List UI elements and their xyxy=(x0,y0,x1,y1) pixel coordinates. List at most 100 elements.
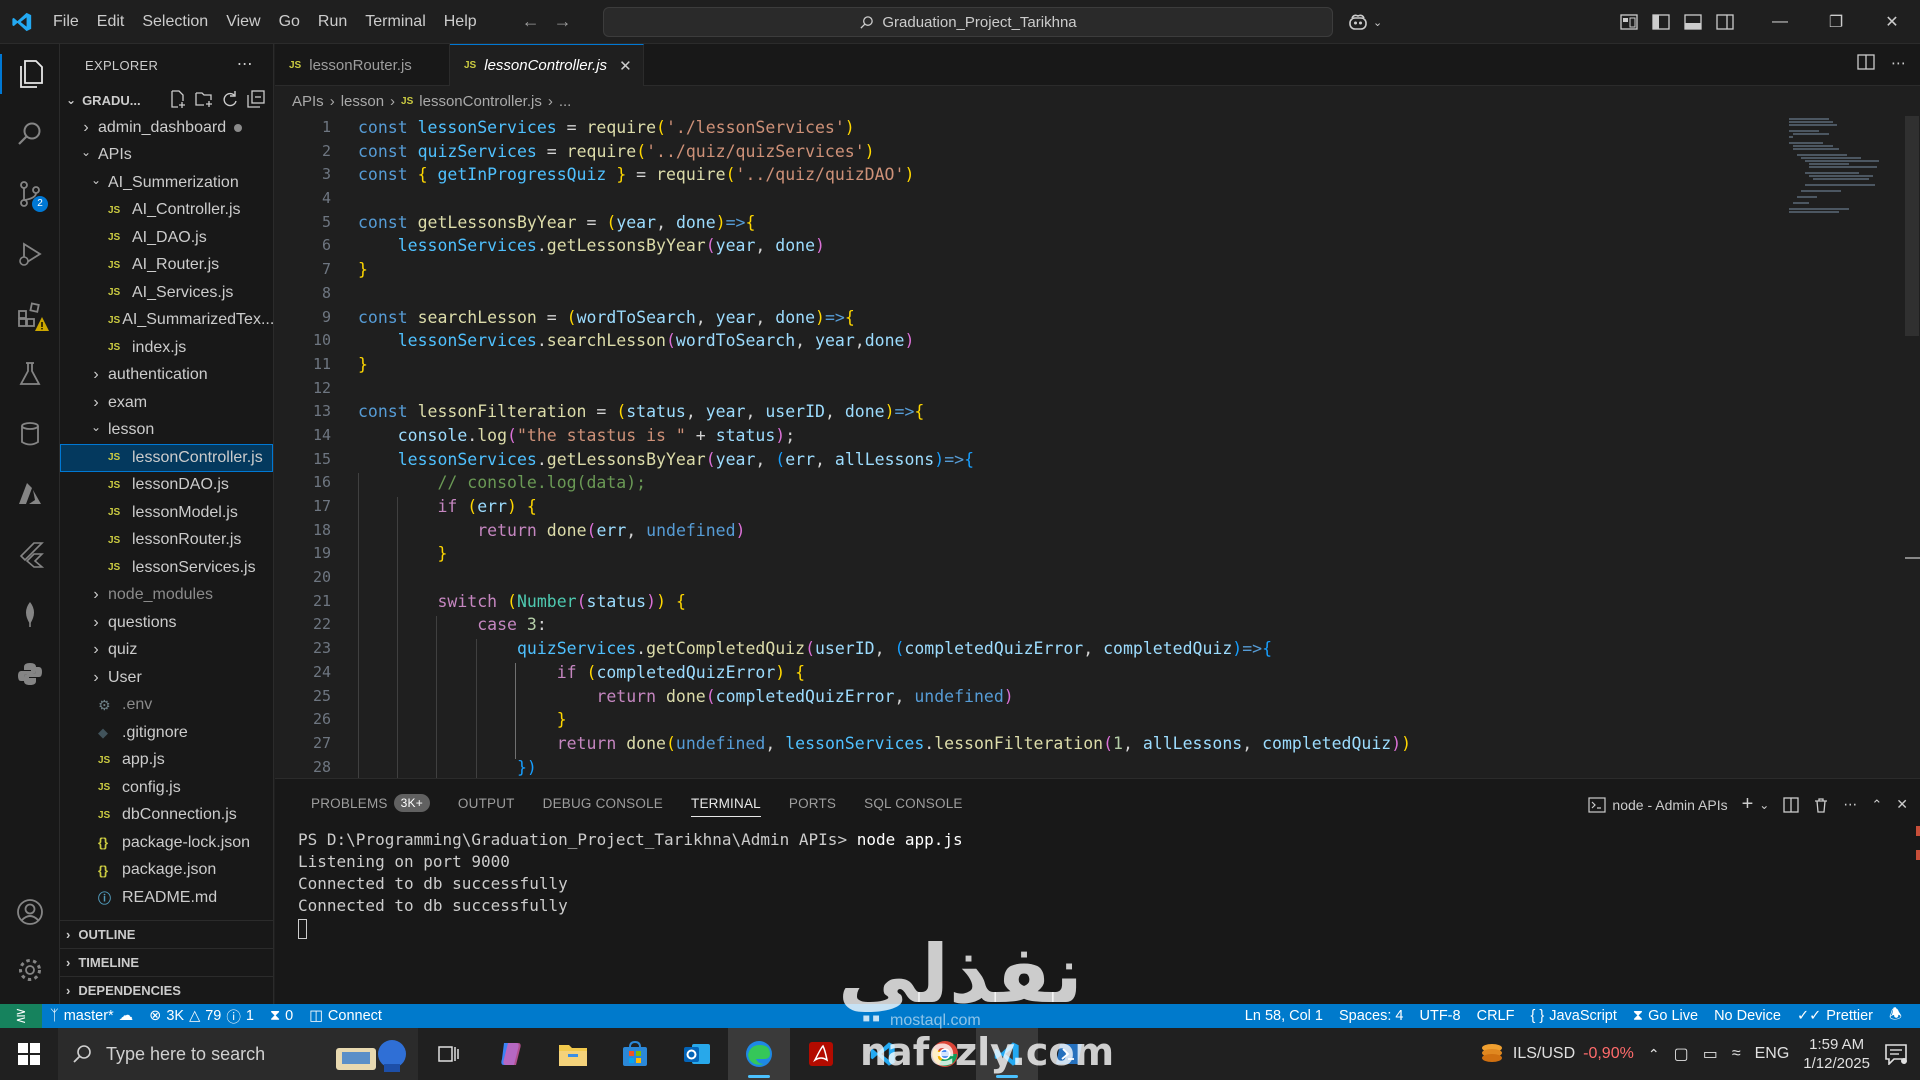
file-item[interactable]: JS lessonServices.js xyxy=(60,554,273,582)
chevron-down-icon[interactable]: ⌄ xyxy=(1759,798,1769,812)
maximize-panel-icon[interactable]: ⌃ xyxy=(1871,797,1882,813)
search-activity[interactable] xyxy=(0,104,60,164)
tab-problems[interactable]: PROBLEMS 3K+ xyxy=(297,779,444,827)
dependencies-section[interactable]: › DEPENDENCIES xyxy=(60,976,274,1004)
command-center-search[interactable]: Graduation_Project_Tarikhna xyxy=(603,7,1333,37)
battery-icon[interactable]: ▭ xyxy=(1703,1044,1718,1064)
taskbar-search[interactable]: Type here to search xyxy=(58,1028,418,1080)
toggle-secondary-sidebar-icon[interactable] xyxy=(1716,14,1734,30)
language-mode[interactable]: { } JavaScript xyxy=(1522,1008,1624,1024)
file-item[interactable]: ⚙ .env xyxy=(60,692,273,720)
notifications-button[interactable]: 🕭 xyxy=(1881,1004,1910,1029)
file-item[interactable]: {} package-lock.json xyxy=(60,829,273,857)
folder-item[interactable]: › questions xyxy=(60,609,273,637)
python-activity[interactable] xyxy=(0,644,60,704)
task-view-button[interactable] xyxy=(418,1028,480,1080)
file-item[interactable]: ◆ .gitignore xyxy=(60,719,273,747)
file-item[interactable]: JS AI_Router.js xyxy=(60,252,273,280)
go-live-button[interactable]: ⧗ Go Live xyxy=(1625,1008,1706,1024)
new-terminal-icon[interactable]: + xyxy=(1742,793,1754,816)
folder-item[interactable]: ⌄ APIs xyxy=(60,142,273,170)
menu-view[interactable]: View xyxy=(217,13,269,31)
folder-item[interactable]: › exam xyxy=(60,389,273,417)
workspace-root[interactable]: ⌄ GRADU... xyxy=(60,86,273,114)
indentation[interactable]: Spaces: 4 xyxy=(1331,1008,1412,1024)
testing-activity[interactable] xyxy=(0,344,60,404)
folder-item[interactable]: › node_modules xyxy=(60,582,273,610)
file-item[interactable]: JS lessonDAO.js xyxy=(60,472,273,500)
file-item[interactable]: {} package.json xyxy=(60,857,273,885)
menu-run[interactable]: Run xyxy=(309,13,356,31)
remote-indicator[interactable]: ⋛ xyxy=(0,1004,42,1028)
split-editor-icon[interactable] xyxy=(1857,54,1875,70)
acrobat-app[interactable] xyxy=(790,1028,852,1080)
terminal-output[interactable]: PS D:\Programming\Graduation_Project_Tar… xyxy=(298,829,963,939)
folder-item[interactable]: › authentication xyxy=(60,362,273,390)
vscode-taskbar-app[interactable] xyxy=(852,1028,914,1080)
code-content[interactable]: const lessonServices = require('./lesson… xyxy=(358,116,1411,778)
folder-item[interactable]: › User xyxy=(60,664,273,692)
meet-now-icon[interactable]: ▢ xyxy=(1674,1044,1689,1064)
currency-widget[interactable]: ILS/USD -0,90% xyxy=(1479,1041,1634,1067)
copilot-button[interactable]: ⌄ xyxy=(1348,0,1382,44)
close-panel-icon[interactable]: ✕ xyxy=(1896,796,1908,813)
new-folder-icon[interactable] xyxy=(195,90,213,108)
wifi-icon[interactable]: ≈ xyxy=(1732,1045,1741,1063)
file-item[interactable]: JS dbConnection.js xyxy=(60,802,273,830)
manage-activity[interactable] xyxy=(0,940,60,1000)
file-item[interactable]: JS lessonModel.js xyxy=(60,499,273,527)
more-actions-icon[interactable]: ⋯ xyxy=(1891,54,1906,72)
more-actions-icon[interactable]: ⋯ xyxy=(237,54,253,74)
toggle-primary-sidebar-icon[interactable] xyxy=(1652,14,1670,30)
more-actions-icon[interactable]: ⋯ xyxy=(1843,796,1857,813)
close-tab-icon[interactable]: ✕ xyxy=(619,57,632,75)
tab-sql-console[interactable]: SQL CONSOLE xyxy=(850,779,976,827)
notification-center-icon[interactable] xyxy=(1884,1043,1908,1065)
minimize-icon[interactable]: — xyxy=(1752,0,1808,44)
menu-file[interactable]: File xyxy=(44,13,88,31)
file-item[interactable]: JS AI_Controller.js xyxy=(60,197,273,225)
encoding[interactable]: UTF-8 xyxy=(1412,1008,1469,1024)
file-item[interactable]: JS AI_Services.js xyxy=(60,279,273,307)
timeline-section[interactable]: › TIMELINE xyxy=(60,948,274,976)
file-item[interactable]: JS lessonRouter.js xyxy=(60,527,273,555)
code-editor[interactable]: 1 2 3 4 5 6 7 8 9 10 11 12 13 14 15 16 17 18 19 20 21 22 23 24 2… xyxy=(275,116,1920,778)
file-item[interactable]: JS index.js xyxy=(60,334,273,362)
tab-lessoncontroller[interactable]: JS lessonController.js ✕ xyxy=(450,44,644,86)
file-item[interactable]: JS AI_DAO.js xyxy=(60,224,273,252)
file-item[interactable]: ⓘ README.md xyxy=(60,884,273,912)
vscode-running-app[interactable] xyxy=(976,1028,1038,1080)
file-item[interactable]: JS app.js xyxy=(60,747,273,775)
collapse-all-icon[interactable] xyxy=(247,90,265,108)
tab-terminal[interactable]: TERMINAL xyxy=(677,779,775,827)
language-indicator[interactable]: ENG xyxy=(1755,1045,1790,1063)
menu-edit[interactable]: Edit xyxy=(88,13,134,31)
explorer-activity[interactable] xyxy=(0,44,60,104)
terminal-selector[interactable]: node - Admin APIs xyxy=(1588,797,1728,813)
trash-icon[interactable] xyxy=(1813,797,1829,813)
tab-lessonrouter[interactable]: JS lessonRouter.js xyxy=(275,44,450,86)
editor-scrollbar[interactable] xyxy=(1905,116,1919,336)
refresh-icon[interactable] xyxy=(221,90,239,108)
tab-ports[interactable]: PORTS xyxy=(775,779,850,827)
tab-output[interactable]: OUTPUT xyxy=(444,779,529,827)
breadcrumb-lesson[interactable]: lesson xyxy=(341,93,384,110)
split-terminal-icon[interactable] xyxy=(1783,796,1800,813)
breadcrumb-symbol[interactable]: ... xyxy=(559,93,572,110)
start-button[interactable] xyxy=(0,1028,58,1080)
breadcrumb-file[interactable]: lessonController.js xyxy=(419,93,542,110)
menu-selection[interactable]: Selection xyxy=(133,13,217,31)
source-control-activity[interactable]: 2 xyxy=(0,164,60,224)
vscode-logo-icon[interactable] xyxy=(0,0,44,44)
menu-terminal[interactable]: Terminal xyxy=(356,13,434,31)
toggle-panel-icon[interactable] xyxy=(1684,14,1702,30)
prettier-status[interactable]: ✓✓ Prettier xyxy=(1789,1008,1881,1024)
problems-status[interactable]: ⊗ 3K △ 79 ⓘ 1 xyxy=(141,1006,262,1027)
tab-debug-console[interactable]: DEBUG CONSOLE xyxy=(529,779,677,827)
database-activity[interactable] xyxy=(0,404,60,464)
copilot-app[interactable] xyxy=(480,1028,542,1080)
powershell-app[interactable] xyxy=(1038,1028,1100,1080)
line-ending[interactable]: CRLF xyxy=(1469,1008,1523,1024)
ports-status[interactable]: ⧗ 0 xyxy=(262,1008,301,1024)
azure-activity[interactable] xyxy=(0,464,60,524)
